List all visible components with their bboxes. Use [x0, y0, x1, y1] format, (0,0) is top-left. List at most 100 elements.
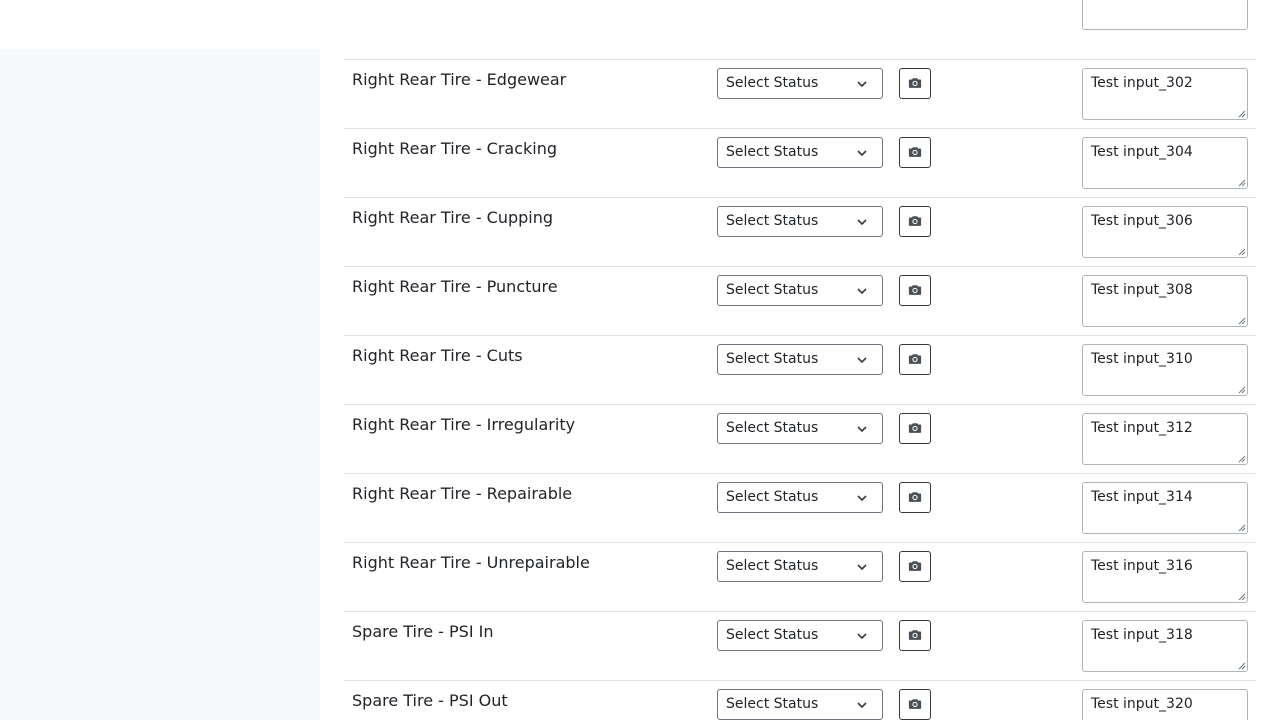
notes-textarea[interactable]: Test input_320: [1082, 689, 1248, 720]
table-row: Right Rear Tire - Irregularity Select St…: [344, 405, 1256, 474]
camera-icon: [908, 492, 922, 502]
resize-grip-icon[interactable]: [1237, 523, 1246, 532]
notes-textarea[interactable]: Test input_316: [1082, 551, 1248, 603]
item-label: Spare Tire - PSI Out: [352, 691, 508, 710]
inspection-table: Right Rear Tire - Edgewear Select Status…: [344, 0, 1256, 720]
table-row: Right Rear Tire - Cuts Select Status Tes…: [344, 336, 1256, 405]
notes-value: Test input_304: [1091, 144, 1193, 160]
status-select[interactable]: Select Status: [717, 275, 883, 306]
camera-button[interactable]: [899, 68, 931, 99]
notes-value: Test input_314: [1091, 489, 1193, 505]
main-content: Right Rear Tire - Edgewear Select Status…: [320, 0, 1280, 720]
camera-button[interactable]: [899, 689, 931, 720]
status-select[interactable]: Select Status: [717, 344, 883, 375]
camera-button[interactable]: [899, 344, 931, 375]
item-label: Right Rear Tire - Cracking: [352, 139, 558, 158]
notes-textarea[interactable]: Test input_304: [1082, 137, 1248, 189]
chevron-down-icon: [857, 633, 867, 640]
camera-button[interactable]: [899, 551, 931, 582]
notes-textarea[interactable]: Test input_312: [1082, 413, 1248, 465]
notes-value: Test input_302: [1091, 75, 1193, 91]
item-label: Right Rear Tire - Cupping: [352, 208, 554, 227]
camera-button[interactable]: [899, 620, 931, 651]
table-row: [344, 0, 1256, 60]
notes-textarea[interactable]: Test input_306: [1082, 206, 1248, 258]
notes-textarea[interactable]: Test input_310: [1082, 344, 1248, 396]
status-select-value: Select Status: [726, 351, 819, 367]
chevron-down-icon: [857, 702, 867, 709]
status-select-value: Select Status: [726, 420, 819, 436]
camera-icon: [908, 216, 922, 226]
status-select-value: Select Status: [726, 282, 819, 298]
item-label: Right Rear Tire - Repairable: [352, 484, 573, 503]
notes-value: Test input_318: [1091, 627, 1193, 643]
notes-value: Test input_306: [1091, 213, 1193, 229]
resize-grip-icon[interactable]: [1237, 178, 1246, 187]
status-select-value: Select Status: [726, 489, 819, 505]
camera-icon: [908, 423, 922, 433]
table-row: Right Rear Tire - Cracking Select Status…: [344, 129, 1256, 198]
status-select[interactable]: Select Status: [717, 413, 883, 444]
table-row: Spare Tire - PSI In Select Status Test i…: [344, 612, 1256, 681]
status-select[interactable]: Select Status: [717, 137, 883, 168]
notes-value: Test input_316: [1091, 558, 1193, 574]
notes-textarea[interactable]: [1082, 0, 1248, 30]
notes-value: Test input_320: [1091, 696, 1193, 712]
table-row: Right Rear Tire - Unrepairable Select St…: [344, 543, 1256, 612]
camera-icon: [908, 147, 922, 157]
resize-grip-icon[interactable]: [1237, 385, 1246, 394]
camera-icon: [908, 354, 922, 364]
camera-button[interactable]: [899, 206, 931, 237]
status-select[interactable]: Select Status: [717, 620, 883, 651]
chevron-down-icon: [857, 426, 867, 433]
notes-value: Test input_310: [1091, 351, 1193, 367]
chevron-down-icon: [857, 357, 867, 364]
camera-icon: [908, 285, 922, 295]
resize-grip-icon[interactable]: [1237, 316, 1246, 325]
camera-button[interactable]: [899, 482, 931, 513]
resize-grip-icon[interactable]: [1237, 247, 1246, 256]
item-label: Right Rear Tire - Puncture: [352, 277, 558, 296]
notes-textarea[interactable]: Test input_308: [1082, 275, 1248, 327]
notes-textarea[interactable]: Test input_314: [1082, 482, 1248, 534]
camera-button[interactable]: [899, 413, 931, 444]
table-row: Right Rear Tire - Puncture Select Status…: [344, 267, 1256, 336]
status-select-value: Select Status: [726, 627, 819, 643]
resize-grip-icon[interactable]: [1237, 592, 1246, 601]
status-select-value: Select Status: [726, 213, 819, 229]
camera-icon: [908, 78, 922, 88]
chevron-down-icon: [857, 495, 867, 502]
status-select-value: Select Status: [726, 696, 819, 712]
table-row: Spare Tire - PSI Out Select Status Test …: [344, 681, 1256, 720]
table-row: Right Rear Tire - Repairable Select Stat…: [344, 474, 1256, 543]
notes-value: Test input_308: [1091, 282, 1193, 298]
resize-grip-icon[interactable]: [1237, 454, 1246, 463]
sidebar: [0, 49, 320, 720]
item-label: Spare Tire - PSI In: [352, 622, 494, 641]
chevron-down-icon: [857, 288, 867, 295]
table-row: Right Rear Tire - Edgewear Select Status…: [344, 60, 1256, 129]
item-label: Right Rear Tire - Unrepairable: [352, 553, 590, 572]
status-select[interactable]: Select Status: [717, 689, 883, 720]
chevron-down-icon: [857, 81, 867, 88]
chevron-down-icon: [857, 219, 867, 226]
status-select[interactable]: Select Status: [717, 482, 883, 513]
item-label: Right Rear Tire - Irregularity: [352, 415, 576, 434]
status-select-value: Select Status: [726, 558, 819, 574]
camera-button[interactable]: [899, 137, 931, 168]
resize-grip-icon[interactable]: [1237, 661, 1246, 670]
status-select-value: Select Status: [726, 75, 819, 91]
status-select[interactable]: Select Status: [717, 68, 883, 99]
item-label: Right Rear Tire - Edgewear: [352, 70, 567, 89]
notes-textarea[interactable]: Test input_318: [1082, 620, 1248, 672]
item-label: Right Rear Tire - Cuts: [352, 346, 523, 365]
notes-value: Test input_312: [1091, 420, 1193, 436]
resize-grip-icon[interactable]: [1237, 109, 1246, 118]
table-row: Right Rear Tire - Cupping Select Status …: [344, 198, 1256, 267]
notes-textarea[interactable]: Test input_302: [1082, 68, 1248, 120]
camera-button[interactable]: [899, 275, 931, 306]
status-select[interactable]: Select Status: [717, 551, 883, 582]
chevron-down-icon: [857, 150, 867, 157]
status-select[interactable]: Select Status: [717, 206, 883, 237]
status-select-value: Select Status: [726, 144, 819, 160]
